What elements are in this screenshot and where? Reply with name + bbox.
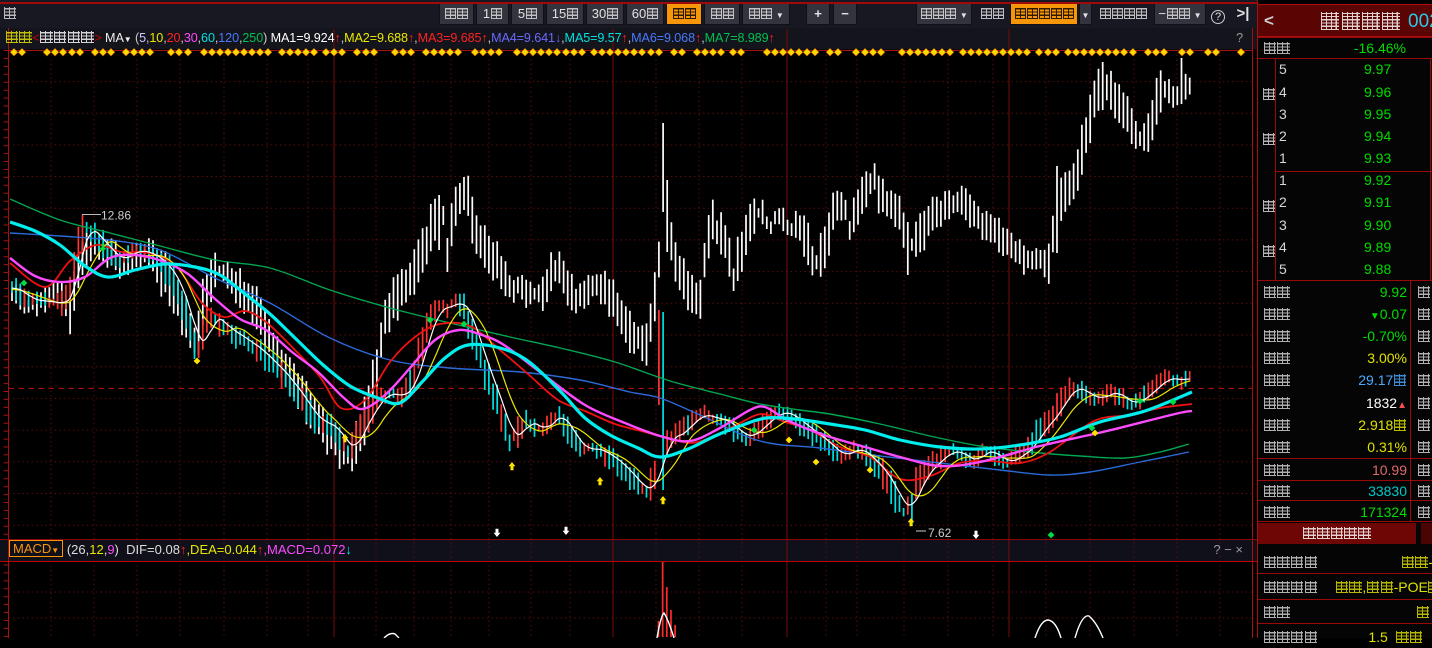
svg-text:7.62: 7.62 xyxy=(928,526,952,540)
svg-text:12.86: 12.86 xyxy=(101,209,131,223)
